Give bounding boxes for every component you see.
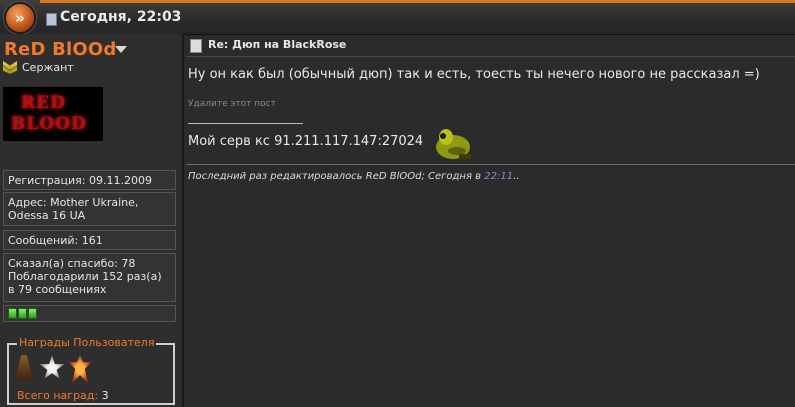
edit-divider <box>186 164 795 165</box>
awards-total-count: 3 <box>101 389 109 402</box>
user-info-panel: ReD BlOOd Сержант RED BLOOD Регистрация:… <box>0 34 184 407</box>
award-star-icon[interactable] <box>39 355 65 379</box>
frog-smiley-icon <box>436 129 471 159</box>
address-info: Адрес: Mother Ukraine, Odessa 16 UA <box>3 192 176 226</box>
username-link[interactable]: ReD BlOOd <box>4 39 116 60</box>
rank-chevron-icon <box>3 61 17 74</box>
last-edit-note: Последний раз редактировалось ReD BlOOd;… <box>188 171 519 182</box>
reputation-pip <box>28 308 37 319</box>
edit-note-suffix: .. <box>513 171 520 182</box>
edit-note-prefix: Последний раз редактировалось ReD BlOOd;… <box>188 171 485 182</box>
post-header-bar: » Сегодня, 22:03 <box>0 0 795 35</box>
page-icon <box>46 13 57 26</box>
post-date: Сегодня, 22:03 <box>60 9 182 25</box>
avatar-text-line1: RED <box>21 93 66 113</box>
chevron-down-icon[interactable] <box>115 46 127 53</box>
post-body: Ну он как был (обычный дюп) так и есть, … <box>188 67 760 82</box>
awards-title: Награды Пользователя <box>17 336 157 349</box>
avatar-text-line2: BLOOD <box>11 114 87 134</box>
thanks-info: Сказал(а) спасибо: 78 Поблагодарили 152 … <box>3 253 176 302</box>
award-order-icon[interactable] <box>69 355 91 383</box>
signature-divider <box>188 123 303 124</box>
post-icon <box>190 39 202 53</box>
user-rank: Сержант <box>22 61 74 74</box>
menu-orb-button[interactable]: » <box>4 2 36 34</box>
registration-info: Регистрация: 09.11.2009 <box>3 170 176 190</box>
edit-time: 22:11 <box>484 171 514 182</box>
user-awards: Награды Пользователя Всего наград: 3 <box>7 336 175 405</box>
header-accent-line <box>40 0 795 3</box>
post-count: Сообщений: 161 <box>3 230 176 250</box>
reputation-pip <box>18 308 27 319</box>
post-title: Re: Дюп на BlackRose <box>208 38 347 51</box>
post-title-bar: Re: Дюп на BlackRose <box>186 34 795 57</box>
awards-total-label: Всего наград: <box>17 389 99 402</box>
awards-total: Всего наград: 3 <box>17 389 109 402</box>
award-medal-icon[interactable] <box>15 355 33 380</box>
signature-text: Мой серв кс 91.211.117.147:27024 <box>188 134 424 149</box>
reputation-pip <box>8 308 17 319</box>
avatar: RED BLOOD <box>3 87 103 141</box>
reputation-bar <box>3 305 176 322</box>
delete-post-link[interactable]: Удалите этот пост <box>188 99 276 109</box>
